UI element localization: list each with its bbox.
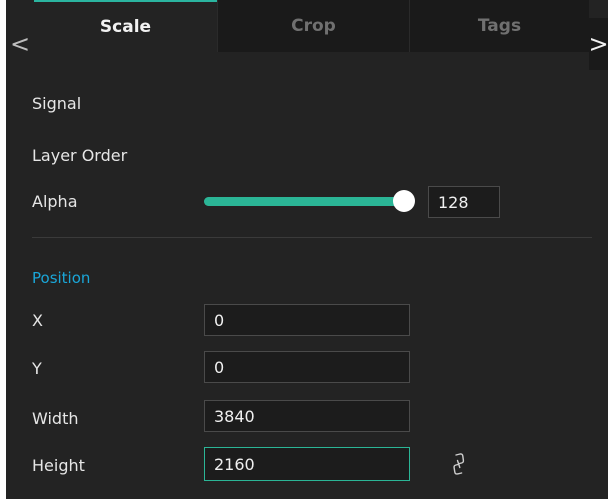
height-input[interactable]	[204, 447, 410, 481]
chevron-left-icon[interactable]: <	[6, 18, 34, 70]
height-label: Height	[32, 456, 85, 475]
width-label: Width	[32, 409, 79, 428]
alpha-value-input[interactable]	[428, 186, 500, 218]
tab-crop[interactable]: Crop	[217, 0, 409, 52]
layer-properties-panel: < Scale Crop Tags > Signal Layer Order A…	[6, 0, 608, 499]
y-input[interactable]	[204, 351, 410, 383]
x-input[interactable]	[204, 304, 410, 336]
alpha-slider-fill	[204, 197, 404, 206]
section-divider	[32, 237, 592, 238]
signal-label: Signal	[32, 94, 82, 113]
link-icon[interactable]	[451, 452, 467, 476]
layer-order-label: Layer Order	[32, 146, 128, 165]
alpha-label: Alpha	[32, 192, 78, 211]
tab-scale[interactable]: Scale	[34, 0, 217, 52]
y-label: Y	[32, 359, 42, 378]
alpha-slider[interactable]	[204, 190, 415, 214]
alpha-slider-thumb[interactable]	[393, 190, 415, 212]
x-label: X	[32, 311, 43, 330]
tab-tags[interactable]: Tags	[409, 0, 589, 52]
chevron-right-icon[interactable]: >	[588, 18, 608, 70]
width-input[interactable]	[204, 400, 410, 432]
position-section-title: Position	[32, 269, 91, 287]
